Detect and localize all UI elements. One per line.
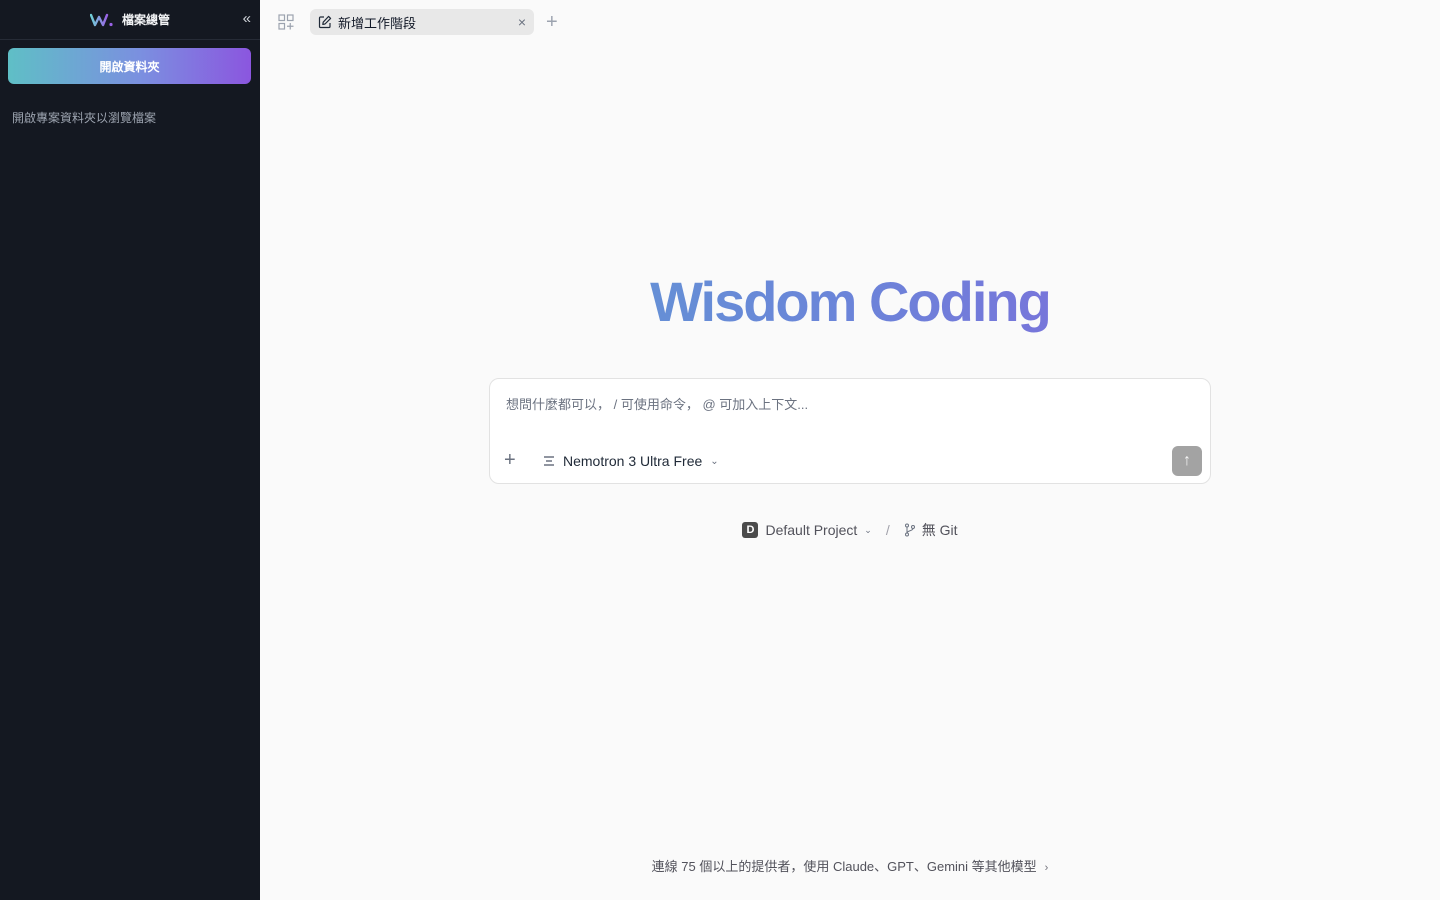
tab-bar: 新增工作階段 × + xyxy=(260,0,1440,44)
sidebar-title: 檔案總管 xyxy=(121,13,170,27)
chevron-down-icon: ⌄ xyxy=(864,524,872,535)
git-status: 無 Git xyxy=(921,522,958,538)
model-provider-icon xyxy=(544,456,554,466)
collapse-sidebar-icon[interactable]: « xyxy=(243,11,251,27)
app-window: 檔案總管 « 開啟資料夾 開啟專案資料夾以瀏覽檔案 新增工作階段 × + Wis… xyxy=(0,0,1440,900)
sidebar-header: 檔案總管 « xyxy=(0,0,260,40)
git-selector[interactable]: 無 Git xyxy=(904,520,958,540)
main-area: 新增工作階段 × + Wisdom Coding + Nemotron 3 Ul… xyxy=(260,0,1440,900)
project-context-bar: D Default Project ⌄ / 無 Git xyxy=(260,520,1440,540)
send-button[interactable]: ↑ xyxy=(1172,446,1202,476)
chevron-down-icon: ⌄ xyxy=(710,455,719,467)
prompt-input[interactable] xyxy=(506,397,1186,412)
chevron-right-icon: › xyxy=(1044,862,1049,874)
providers-link-text: 連線 75 個以上的提供者，使用 Claude、GPT、Gemini 等其他模型 xyxy=(651,859,1037,874)
project-selector[interactable]: D Default Project ⌄ xyxy=(742,522,872,538)
separator: / xyxy=(885,522,890,538)
wisdom-logo-icon xyxy=(89,13,113,26)
git-branch-icon xyxy=(904,523,915,537)
project-avatar: D xyxy=(742,522,759,538)
edit-icon xyxy=(318,15,332,29)
open-folder-button[interactable]: 開啟資料夾 xyxy=(8,48,251,84)
tab-label: 新增工作階段 xyxy=(338,15,417,31)
project-name: Default Project xyxy=(765,522,858,538)
close-icon[interactable]: × xyxy=(518,14,526,30)
model-selector[interactable]: Nemotron 3 Ultra Free ⌄ xyxy=(543,453,719,469)
model-name: Nemotron 3 Ultra Free xyxy=(563,453,703,469)
hero-title: Wisdom Coding xyxy=(260,266,1440,338)
file-explorer-sidebar: 檔案總管 « 開啟資料夾 開啟專案資料夾以瀏覽檔案 xyxy=(0,0,260,900)
grid-add-icon[interactable] xyxy=(278,14,294,30)
providers-link[interactable]: 連線 75 個以上的提供者，使用 Claude、GPT、Gemini 等其他模型… xyxy=(260,856,1440,875)
chat-composer: + Nemotron 3 Ultra Free ⌄ ↑ xyxy=(489,378,1211,484)
sidebar-brand: 檔案總管 xyxy=(89,11,170,28)
add-attachment-button[interactable]: + xyxy=(504,450,516,470)
new-tab-button[interactable]: + xyxy=(546,10,558,34)
sidebar-empty-hint: 開啟專案資料夾以瀏覽檔案 xyxy=(12,111,157,125)
tab-new-session[interactable]: 新增工作階段 × xyxy=(310,9,534,35)
